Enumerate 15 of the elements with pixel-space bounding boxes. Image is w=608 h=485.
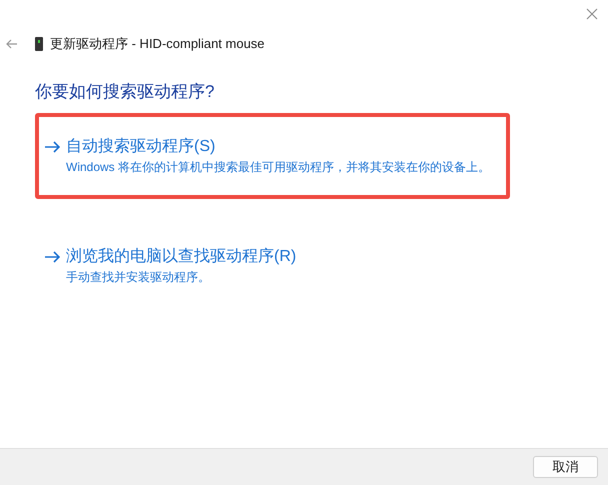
option-title: 自动搜索驱动程序(S) — [66, 136, 216, 157]
back-button[interactable] — [5, 37, 19, 51]
option-description: 手动查找并安装驱动程序。 — [66, 269, 211, 286]
search-option[interactable]: 自动搜索驱动程序(S) Windows 将在你的计算机中搜索最佳可用驱动程序，并将其安装在你的设备上。 — [35, 113, 510, 199]
arrow-icon — [44, 251, 60, 263]
arrow-icon — [44, 141, 60, 153]
option-description: Windows 将在你的计算机中搜索最佳可用驱动程序，并将其安装在你的设备上。 — [66, 159, 492, 176]
search-option[interactable]: 浏览我的电脑以查找驱动程序(R) 手动查找并安装驱动程序。 — [35, 223, 510, 309]
option-title: 浏览我的电脑以查找驱动程序(R) — [66, 246, 296, 267]
mouse-device-icon — [35, 37, 43, 51]
window-title: 更新驱动程序 - HID-compliant mouse — [50, 35, 265, 54]
cancel-button[interactable]: 取消 — [533, 456, 598, 478]
heading: 你要如何搜索驱动程序? — [35, 81, 214, 103]
back-icon — [6, 39, 18, 49]
close-icon — [586, 8, 598, 20]
